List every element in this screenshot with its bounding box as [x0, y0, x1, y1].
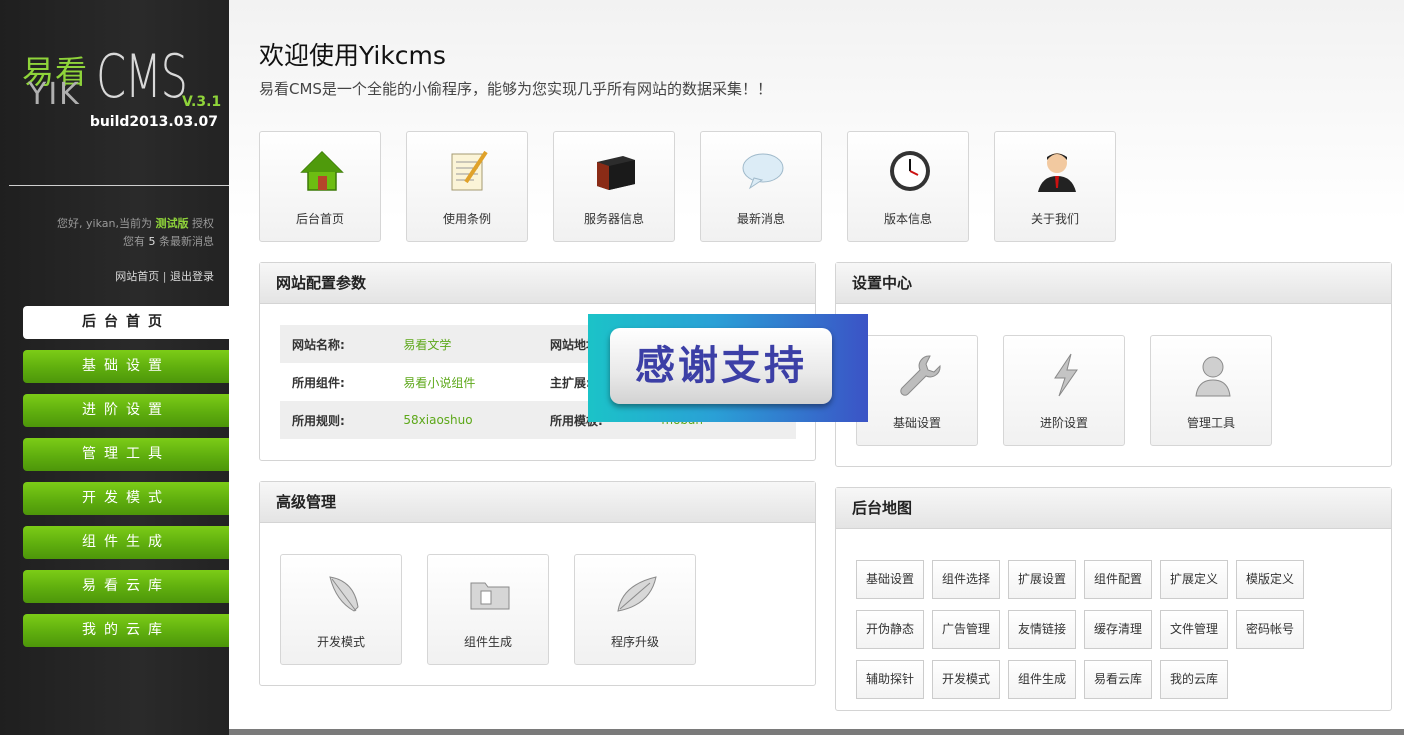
- tile-dev-mode[interactable]: 开发模式: [280, 554, 402, 665]
- welcome-prefix: 您好, yikan,当前为: [57, 217, 152, 230]
- tile-label: 程序升级: [610, 635, 659, 649]
- folder-icon: [470, 582, 510, 610]
- quick-links: 网站首页 | 退出登录: [115, 268, 214, 284]
- watermark-text: 感谢支持: [635, 343, 807, 389]
- advanced-panel-title: 高级管理: [260, 482, 815, 523]
- cfg-key: 网站名称:: [280, 325, 404, 363]
- nav-item-yikan-cloud[interactable]: 易看云库: [23, 570, 229, 603]
- user-icon: [1038, 153, 1076, 192]
- clock-icon: [890, 151, 930, 191]
- tile-management-tools[interactable]: 管理工具: [1150, 335, 1272, 446]
- map-tag[interactable]: 组件生成: [1008, 660, 1076, 699]
- tile-label: 组件生成: [463, 635, 512, 649]
- nav-item-component-gen[interactable]: 组件生成: [23, 526, 229, 559]
- nav-item-basic-settings[interactable]: 基础设置: [23, 350, 229, 383]
- map-tag[interactable]: 辅助探针: [856, 660, 924, 699]
- logo-yik: YIK: [28, 77, 81, 112]
- sidebar: 易看 YIK CMS V.3.1 build2013.03.07 您好, yik…: [0, 0, 229, 735]
- tile-server-info[interactable]: 服务器信息: [553, 131, 675, 242]
- page-subtitle: 易看CMS是一个全能的小偷程序，能够为您实现几乎所有网站的数据采集！！: [259, 80, 772, 98]
- home-icon: [300, 150, 344, 191]
- map-tag[interactable]: 扩展设置: [1008, 560, 1076, 599]
- tile-news[interactable]: 最新消息: [700, 131, 822, 242]
- tile-label: 最新消息: [736, 212, 785, 226]
- map-tag[interactable]: 文件管理: [1160, 610, 1228, 649]
- person-icon: [1195, 356, 1231, 397]
- sidebar-divider: [9, 185, 229, 186]
- tile-about-us[interactable]: 关于我们: [994, 131, 1116, 242]
- nav-item-advanced-settings[interactable]: 进阶设置: [23, 394, 229, 427]
- cfg-value: 易看文学: [403, 325, 538, 363]
- cfg-value: 58xiaoshuo: [403, 401, 538, 439]
- notepad-icon: [451, 150, 488, 191]
- map-tag[interactable]: 我的云库: [1160, 660, 1228, 699]
- map-tag[interactable]: 广告管理: [932, 610, 1000, 649]
- version-type: 测试版: [155, 217, 189, 230]
- settings-panel-title: 设置中心: [836, 263, 1391, 304]
- logo-cms: CMS: [96, 42, 188, 112]
- tile-label: 基础设置: [892, 416, 941, 430]
- lightning-icon: [1054, 353, 1078, 397]
- sidebar-nav: 后台首页 基础设置 进阶设置 管理工具 开发模式 组件生成 易看云库 我的云库: [23, 306, 229, 658]
- nav-item-dashboard[interactable]: 后台首页: [23, 306, 229, 339]
- tile-terms[interactable]: 使用条例: [406, 131, 528, 242]
- version-label: V.3.1: [182, 94, 222, 110]
- msg-prefix: 您有: [123, 235, 145, 248]
- wrench-icon: [900, 355, 941, 396]
- config-panel-title: 网站配置参数: [260, 263, 815, 304]
- logout-link[interactable]: 退出登录: [170, 270, 214, 283]
- map-tag[interactable]: 组件配置: [1084, 560, 1152, 599]
- build-label: build2013.03.07: [89, 114, 218, 130]
- tile-label: 服务器信息: [583, 212, 644, 226]
- tile-label: 版本信息: [883, 212, 932, 226]
- advanced-panel: 高级管理 开发模式 组件生成 程序升级: [259, 481, 816, 686]
- bottom-scroll-bar[interactable]: [229, 729, 1404, 735]
- map-panel-title: 后台地图: [836, 488, 1391, 529]
- tile-basic-settings[interactable]: 基础设置: [856, 335, 978, 446]
- welcome-block: 您好, yikan,当前为 测试版 授权 您有 5 条最新消息: [57, 215, 214, 251]
- map-tag[interactable]: 友情链接: [1008, 610, 1076, 649]
- tile-component-gen[interactable]: 组件生成: [427, 554, 549, 665]
- map-tag[interactable]: 缓存清理: [1084, 610, 1152, 649]
- server-icon: [597, 156, 635, 190]
- tile-label: 使用条例: [442, 212, 491, 226]
- welcome-suffix: 授权: [192, 217, 214, 230]
- tile-label: 开发模式: [316, 635, 365, 649]
- map-tag[interactable]: 密码帐号: [1236, 610, 1304, 649]
- thanks-watermark: 感谢支持: [588, 314, 868, 422]
- map-tag[interactable]: 扩展定义: [1160, 560, 1228, 599]
- map-tag[interactable]: 易看云库: [1084, 660, 1152, 699]
- map-tag[interactable]: 开伪静态: [856, 610, 924, 649]
- map-panel: 后台地图 基础设置 组件选择 扩展设置 组件配置 扩展定义 模版定义 开伪静态 …: [835, 487, 1392, 711]
- map-tag[interactable]: 模版定义: [1236, 560, 1304, 599]
- feather-icon: [329, 576, 359, 612]
- tile-program-upgrade[interactable]: 程序升级: [574, 554, 696, 665]
- speech-bubble-icon: [742, 153, 784, 190]
- nav-item-management-tools[interactable]: 管理工具: [23, 438, 229, 471]
- tile-advanced-settings[interactable]: 进阶设置: [1003, 335, 1125, 446]
- map-tag[interactable]: 基础设置: [856, 560, 924, 599]
- cfg-key: 所用规则:: [280, 401, 404, 439]
- map-tag[interactable]: 组件选择: [932, 560, 1000, 599]
- tile-label: 管理工具: [1186, 416, 1235, 430]
- tile-label: 后台首页: [295, 212, 344, 226]
- msg-count[interactable]: 5: [149, 235, 156, 248]
- settings-panel: 设置中心 基础设置 进阶设置 管理工具: [835, 262, 1392, 467]
- tile-label: 进阶设置: [1039, 416, 1088, 430]
- msg-suffix: 条最新消息: [159, 235, 214, 248]
- cfg-value: 易看小说组件: [403, 375, 476, 390]
- nav-item-my-cloud[interactable]: 我的云库: [23, 614, 229, 647]
- nav-item-dev-mode[interactable]: 开发模式: [23, 482, 229, 515]
- leaf-icon: [617, 576, 657, 612]
- site-home-link[interactable]: 网站首页: [115, 270, 159, 283]
- tile-version-info[interactable]: 版本信息: [847, 131, 969, 242]
- tile-dashboard[interactable]: 后台首页: [259, 131, 381, 242]
- map-tag[interactable]: 开发模式: [932, 660, 1000, 699]
- link-separator: |: [162, 270, 167, 283]
- page-title: 欢迎使用Yikcms: [259, 41, 446, 70]
- tile-label: 关于我们: [1030, 212, 1079, 226]
- cfg-key: 所用组件:: [292, 375, 345, 390]
- watermark-plate: 感谢支持: [610, 328, 832, 404]
